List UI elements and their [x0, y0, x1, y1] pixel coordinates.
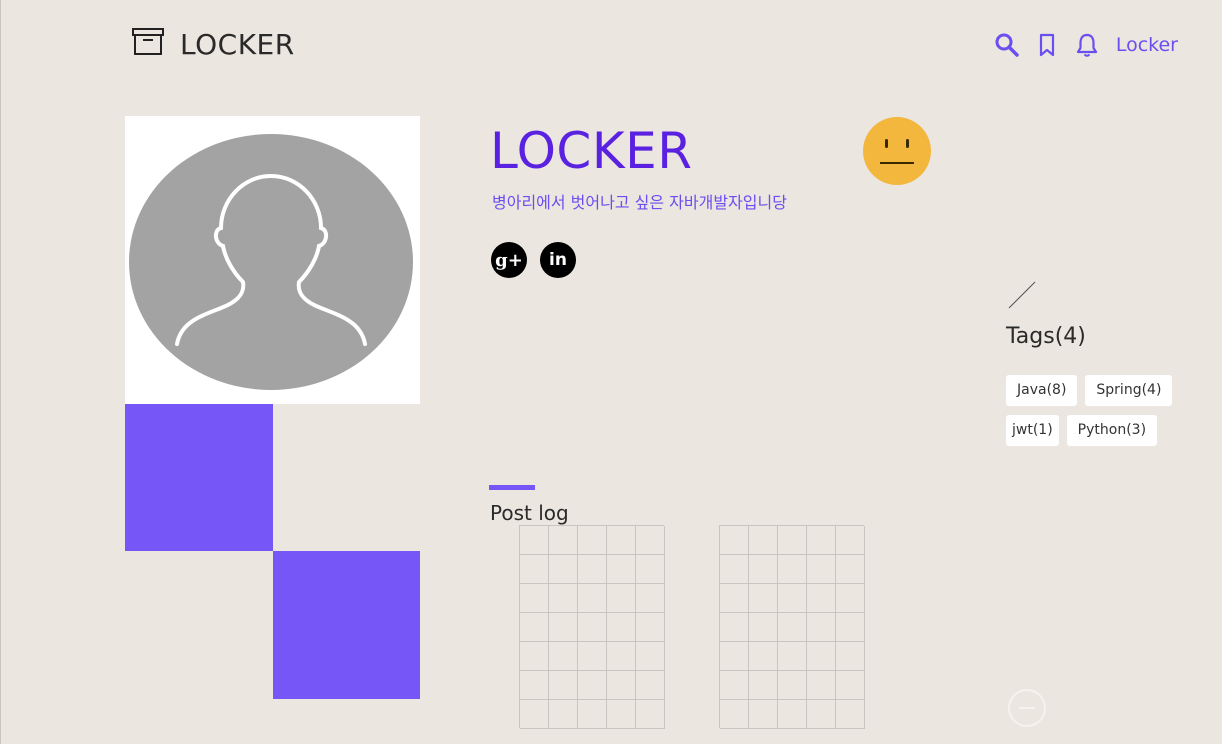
tag-spring[interactable]: Spring(4)	[1085, 375, 1173, 406]
google-plus-label: g+	[495, 249, 523, 271]
post-log-grid-2	[719, 525, 865, 729]
tag-java[interactable]: Java(8)	[1006, 375, 1078, 406]
divider-slash	[1008, 281, 1036, 309]
top-header: LOCKER Locker	[1, 0, 1222, 90]
linkedin-icon[interactable]: in	[540, 242, 576, 278]
tag-list: Java(8) Spring(4) jwt(1) Python(3)	[1006, 375, 1186, 446]
bookmark-icon[interactable]	[1034, 32, 1060, 58]
user-silhouette-icon	[129, 134, 413, 390]
archive-box-icon[interactable]	[132, 28, 164, 56]
user-menu-link[interactable]: Locker	[1116, 34, 1178, 56]
google-plus-icon[interactable]: g+	[491, 242, 527, 278]
linkedin-label: in	[549, 250, 567, 270]
scroll-top-icon[interactable]	[1007, 688, 1047, 728]
accent-square-left	[125, 404, 273, 551]
tags-title: Tags(4)	[1006, 324, 1086, 349]
bell-icon[interactable]	[1074, 32, 1100, 58]
profile-avatar-card	[125, 116, 420, 404]
post-log-accent-bar	[489, 485, 535, 490]
tag-python[interactable]: Python(3)	[1066, 415, 1158, 446]
profile-name: LOCKER	[490, 122, 693, 180]
profile-bio: 병아리에서 벗어나고 싶은 자바개발자입니당	[492, 193, 787, 212]
top-nav: Locker	[994, 32, 1178, 58]
social-links: g+ in	[491, 242, 576, 278]
neutral-face-icon	[863, 117, 931, 185]
post-log-grid-1	[519, 525, 665, 729]
logo-text[interactable]: LOCKER	[180, 28, 295, 61]
tag-jwt[interactable]: jwt(1)	[1006, 415, 1059, 446]
post-log-title: Post log	[490, 501, 569, 525]
search-icon[interactable]	[994, 32, 1020, 58]
accent-square-right	[273, 551, 420, 699]
